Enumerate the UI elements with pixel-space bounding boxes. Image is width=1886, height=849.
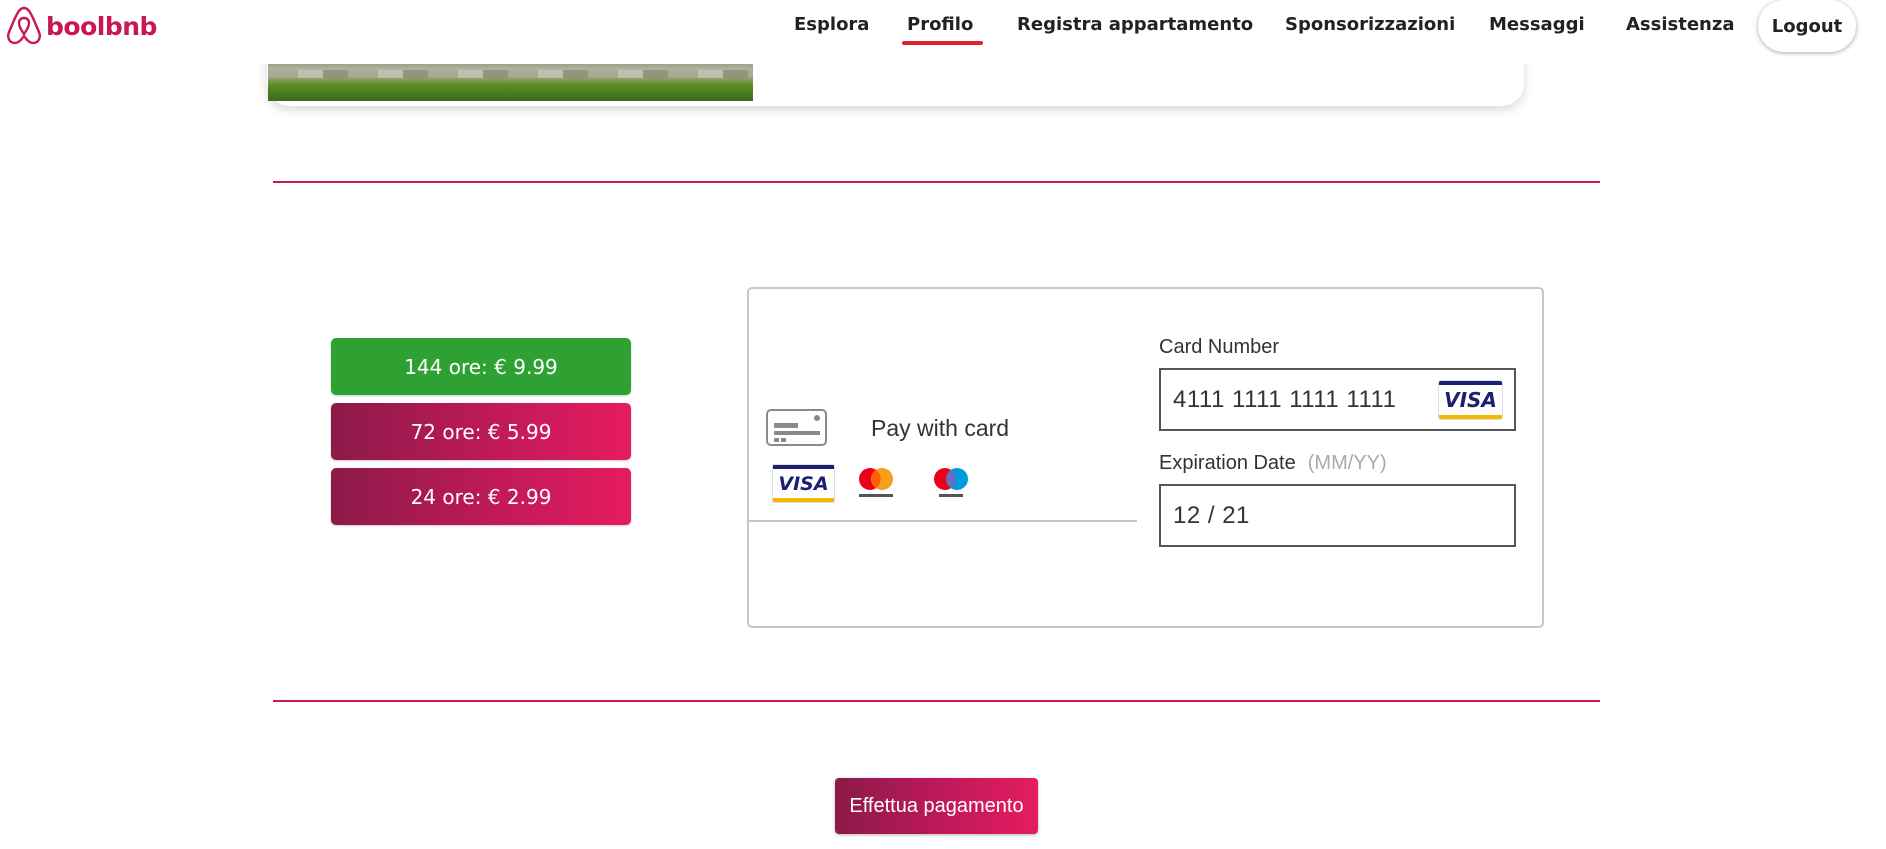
brand-name: boolbnb bbox=[46, 11, 157, 41]
expiration-date-label: Expiration Date (MM/YY) bbox=[1159, 452, 1387, 474]
pay-with-card-label[interactable]: Pay with card bbox=[871, 415, 1009, 442]
expiration-date-value: 12 / 21 bbox=[1173, 501, 1250, 529]
credit-card-icon bbox=[766, 409, 827, 446]
sponsorship-option-144h[interactable]: 144 ore: € 9.99 bbox=[331, 338, 631, 395]
maestro-icon bbox=[934, 468, 968, 497]
nav-esplora[interactable]: Esplora bbox=[794, 14, 869, 35]
payment-method-separator bbox=[748, 520, 1137, 522]
expiration-date-field[interactable]: 12 / 21 bbox=[1159, 484, 1516, 547]
airbnb-logo-icon bbox=[7, 6, 41, 45]
nav-active-indicator bbox=[902, 41, 984, 45]
sponsorship-option-72h[interactable]: 72 ore: € 5.99 bbox=[331, 403, 631, 460]
nav-registra-appartamento[interactable]: Registra appartamento bbox=[1017, 14, 1253, 35]
payment-form bbox=[747, 287, 1544, 628]
nav-messaggi[interactable]: Messaggi bbox=[1489, 14, 1585, 35]
brand-logo[interactable]: boolbnb bbox=[5, 5, 157, 47]
logout-button[interactable]: Logout bbox=[1758, 0, 1856, 52]
nav-assistenza[interactable]: Assistenza bbox=[1626, 14, 1735, 35]
section-divider-top bbox=[273, 181, 1600, 183]
sponsorship-option-24h[interactable]: 24 ore: € 2.99 bbox=[331, 468, 631, 525]
card-number-label: Card Number bbox=[1159, 336, 1280, 358]
detected-card-brand-icon: VISA bbox=[1438, 380, 1503, 420]
nav-profilo-label: Profilo bbox=[907, 14, 974, 35]
card-number-value: 4111 1111 1111 1111 bbox=[1173, 385, 1397, 413]
mastercard-icon bbox=[859, 468, 893, 497]
top-navbar: boolbnb Esplora Profilo Registra apparta… bbox=[0, 0, 1886, 64]
nav-profilo[interactable]: Profilo bbox=[902, 14, 984, 45]
nav-sponsorizzazioni[interactable]: Sponsorizzazioni bbox=[1285, 14, 1455, 35]
submit-payment-button[interactable]: Effettua pagamento bbox=[835, 778, 1038, 834]
visa-icon: VISA bbox=[772, 464, 835, 503]
apartment-photo bbox=[268, 64, 753, 101]
section-divider-bottom bbox=[273, 700, 1600, 702]
expiration-format-hint: (MM/YY) bbox=[1307, 452, 1387, 474]
